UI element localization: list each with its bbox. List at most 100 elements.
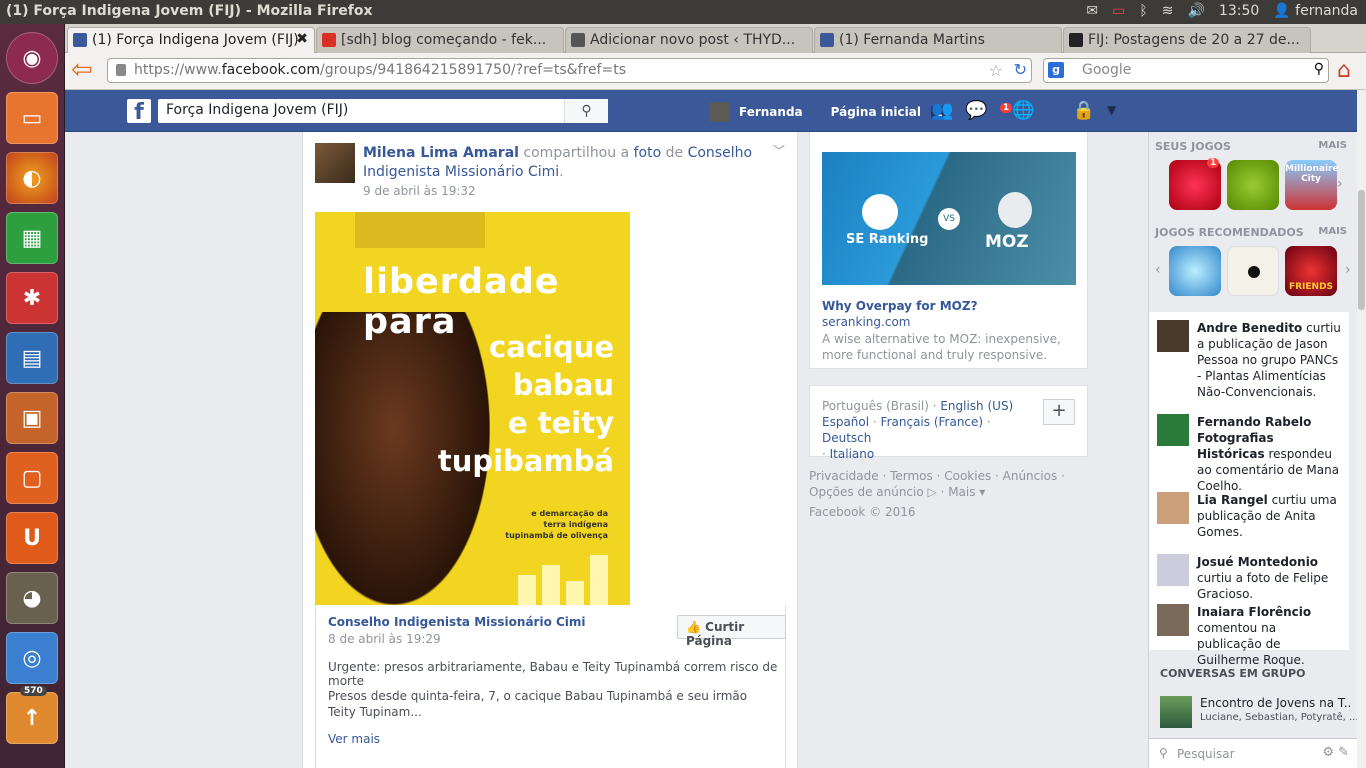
footer-links[interactable]: Privacidade · Termos · Cookies · Anúncio… [809,468,1089,500]
tab-label: (1) Fernanda Martins [839,32,985,48]
separator: · [822,447,830,461]
profile-link[interactable]: Fernanda [739,105,803,119]
identity-icon[interactable] [116,64,126,76]
shared-photo[interactable]: liberdade para cacique babau e teity tup… [315,212,630,605]
facebook-search-input[interactable]: Força Indigena Jovem (FIJ) ⚲ [158,99,608,123]
writer-icon[interactable]: ▤ [6,332,58,384]
ubuntu-one-icon[interactable]: U [6,512,58,564]
clock-game[interactable] [1227,246,1279,296]
language-link[interactable]: Deutsch [822,431,871,445]
language-link[interactable]: Français (France) [881,415,984,429]
see-more-link[interactable]: Ver mais [328,732,380,746]
bluetooth-icon[interactable]: ᛒ [1139,3,1147,19]
frozen-game[interactable] [1169,246,1221,296]
clock[interactable]: 13:50 [1219,3,1259,19]
settings-icon[interactable]: ✱ [6,272,58,324]
chevron-right-icon[interactable]: › [1345,262,1351,278]
avatar [1157,414,1189,446]
tape-shape [355,212,485,248]
language-link[interactable]: Italiano [830,447,875,461]
pet-rescue-game[interactable] [1227,160,1279,210]
spreadsheet-icon[interactable]: ▦ [6,212,58,264]
google-engine-icon[interactable]: g [1048,62,1064,78]
messages-icon[interactable]: 💬 1 [965,100,1013,121]
home-link[interactable]: Página inicial [831,105,921,119]
firefox-icon[interactable]: ◐ [6,152,58,204]
software-center-icon[interactable]: ▢ [6,452,58,504]
tab-fij-posts[interactable]: FIJ: Postagens de 20 a 27 de... [1063,27,1311,53]
tab-gmail[interactable]: [sdh] blog começando - fek... [316,27,564,53]
more-languages-button[interactable]: + [1043,399,1075,425]
dash-home-icon[interactable]: ◉ [6,32,58,84]
update-manager-icon[interactable]: 570 ↑ [6,686,58,744]
game-title: FRIENDS [1288,282,1334,292]
shared-page-name[interactable]: Conselho Indigenista Missionário Cimi [328,615,586,629]
reload-icon[interactable]: ↻ [1014,60,1027,79]
games-more-link[interactable]: MAIS [1318,140,1347,151]
chat-search-input[interactable]: ⚲ Pesquisar ⚙ ✎ [1149,738,1357,768]
facebook-header: f Força Indigena Jovem (FIJ) ⚲ Fernanda … [65,90,1357,132]
search-bar[interactable]: g Google ⚲ [1043,58,1329,83]
page-scrollbar[interactable] [1357,90,1366,768]
separator: · [983,415,991,429]
ticker-item[interactable]: Josué Montedonio curtiu a foto de Felipe… [1157,554,1343,602]
language-link[interactable]: Español [822,415,869,429]
shared-date[interactable]: 8 de abril às 19:29 [328,632,441,646]
close-tab-icon[interactable]: ✖ [296,31,308,47]
ad-title[interactable]: Why Overpay for MOZ? [822,299,978,313]
tab-wordpress[interactable]: Adicionar novo post ‹ THYD... [565,27,813,53]
ad-image[interactable]: VS SE Ranking MOZ [822,152,1076,285]
tab-facebook-group[interactable]: (1) Força Indigena Jovem (FIJ) ✖ [67,27,315,53]
url-domain: facebook.com [221,62,320,78]
mail-icon[interactable]: ✉ [1086,3,1098,19]
scrollbar-thumb[interactable] [1358,190,1365,310]
ad-url[interactable]: seranking.com [822,315,910,329]
ticker-item[interactable]: Fernando Rabelo Fotografias Históricas r… [1157,414,1343,494]
wifi-icon[interactable]: ≋ [1162,3,1174,19]
notifications-globe-icon[interactable]: 🌐 [1012,100,1034,121]
post-timestamp[interactable]: 9 de abril às 19:32 [363,184,476,198]
ticker-item[interactable]: Andre Benedito curtiu a publicação de Ja… [1157,320,1343,400]
user-menu[interactable]: 👤 fernanda [1273,3,1358,19]
ticker-item[interactable]: Lia Rangel curtiu uma publicação de Anit… [1157,492,1343,540]
chevron-right-icon[interactable]: › [1337,176,1343,192]
poster-small-line: tupinambá de olivença [505,531,608,540]
bookmark-star-icon[interactable]: ☆ [989,61,1003,80]
volume-icon[interactable]: 🔊 [1187,3,1204,19]
gimp-icon[interactable]: ◕ [6,572,58,624]
tab-facebook-profile[interactable]: (1) Fernanda Martins [814,27,1062,53]
chevron-left-icon[interactable]: ‹ [1155,262,1161,278]
search-icon[interactable]: ⚲ [1314,61,1324,77]
photo-link[interactable]: foto [634,145,662,161]
files-icon[interactable]: ▭ [6,92,58,144]
candy-crush-game[interactable]: 1 [1169,158,1221,210]
facebook-logo-icon[interactable]: f [127,99,151,125]
friend-requests-icon[interactable]: 👥 [931,100,953,121]
system-tray: ✉ ▭ ᛒ ≋ 🔊 13:50 👤 fernanda [1086,3,1358,19]
page-favicon-icon [571,33,585,47]
author-avatar[interactable] [315,143,355,183]
ticker-item[interactable]: Inaiara Florêncio comentou na publicação… [1157,604,1343,668]
like-page-button[interactable]: 👍 Curtir Página [677,615,786,648]
url-bar[interactable]: https://www.facebook.com/groups/94186421… [107,58,1032,83]
post-options-chevron-down-icon[interactable]: ﹀ [773,142,785,159]
chromium-icon[interactable]: ◎ [6,632,58,684]
poster-subtitle: e demarcação da terra indígena tupinambá… [488,508,608,541]
avatar[interactable] [709,102,729,122]
battery-icon[interactable]: ▭ [1112,3,1125,19]
post-header: Milena Lima Amaral compartilhou a foto d… [363,144,773,182]
home-button[interactable]: ⌂ [1337,58,1361,84]
language-link[interactable]: English (US) [940,399,1013,413]
current-language: Português (Brasil) [822,399,929,413]
author-link[interactable]: Milena Lima Amaral [363,145,519,161]
privacy-lock-icon[interactable]: 🔒 [1073,100,1095,121]
impress-icon[interactable]: ▣ [6,392,58,444]
millionaire-city-game[interactable]: Millionaire City [1285,160,1339,210]
chat-settings-gear-icon[interactable]: ⚙ ✎ [1322,745,1349,760]
back-button[interactable]: ⇦ [71,57,97,83]
dot-text: . [559,164,564,180]
angry-birds-friends-game[interactable]: FRIENDS [1285,246,1337,296]
search-icon[interactable]: ⚲ [564,99,608,123]
account-menu-chevron-down-icon[interactable]: ▼ [1107,100,1116,121]
games-more-link[interactable]: MAIS [1318,226,1347,237]
